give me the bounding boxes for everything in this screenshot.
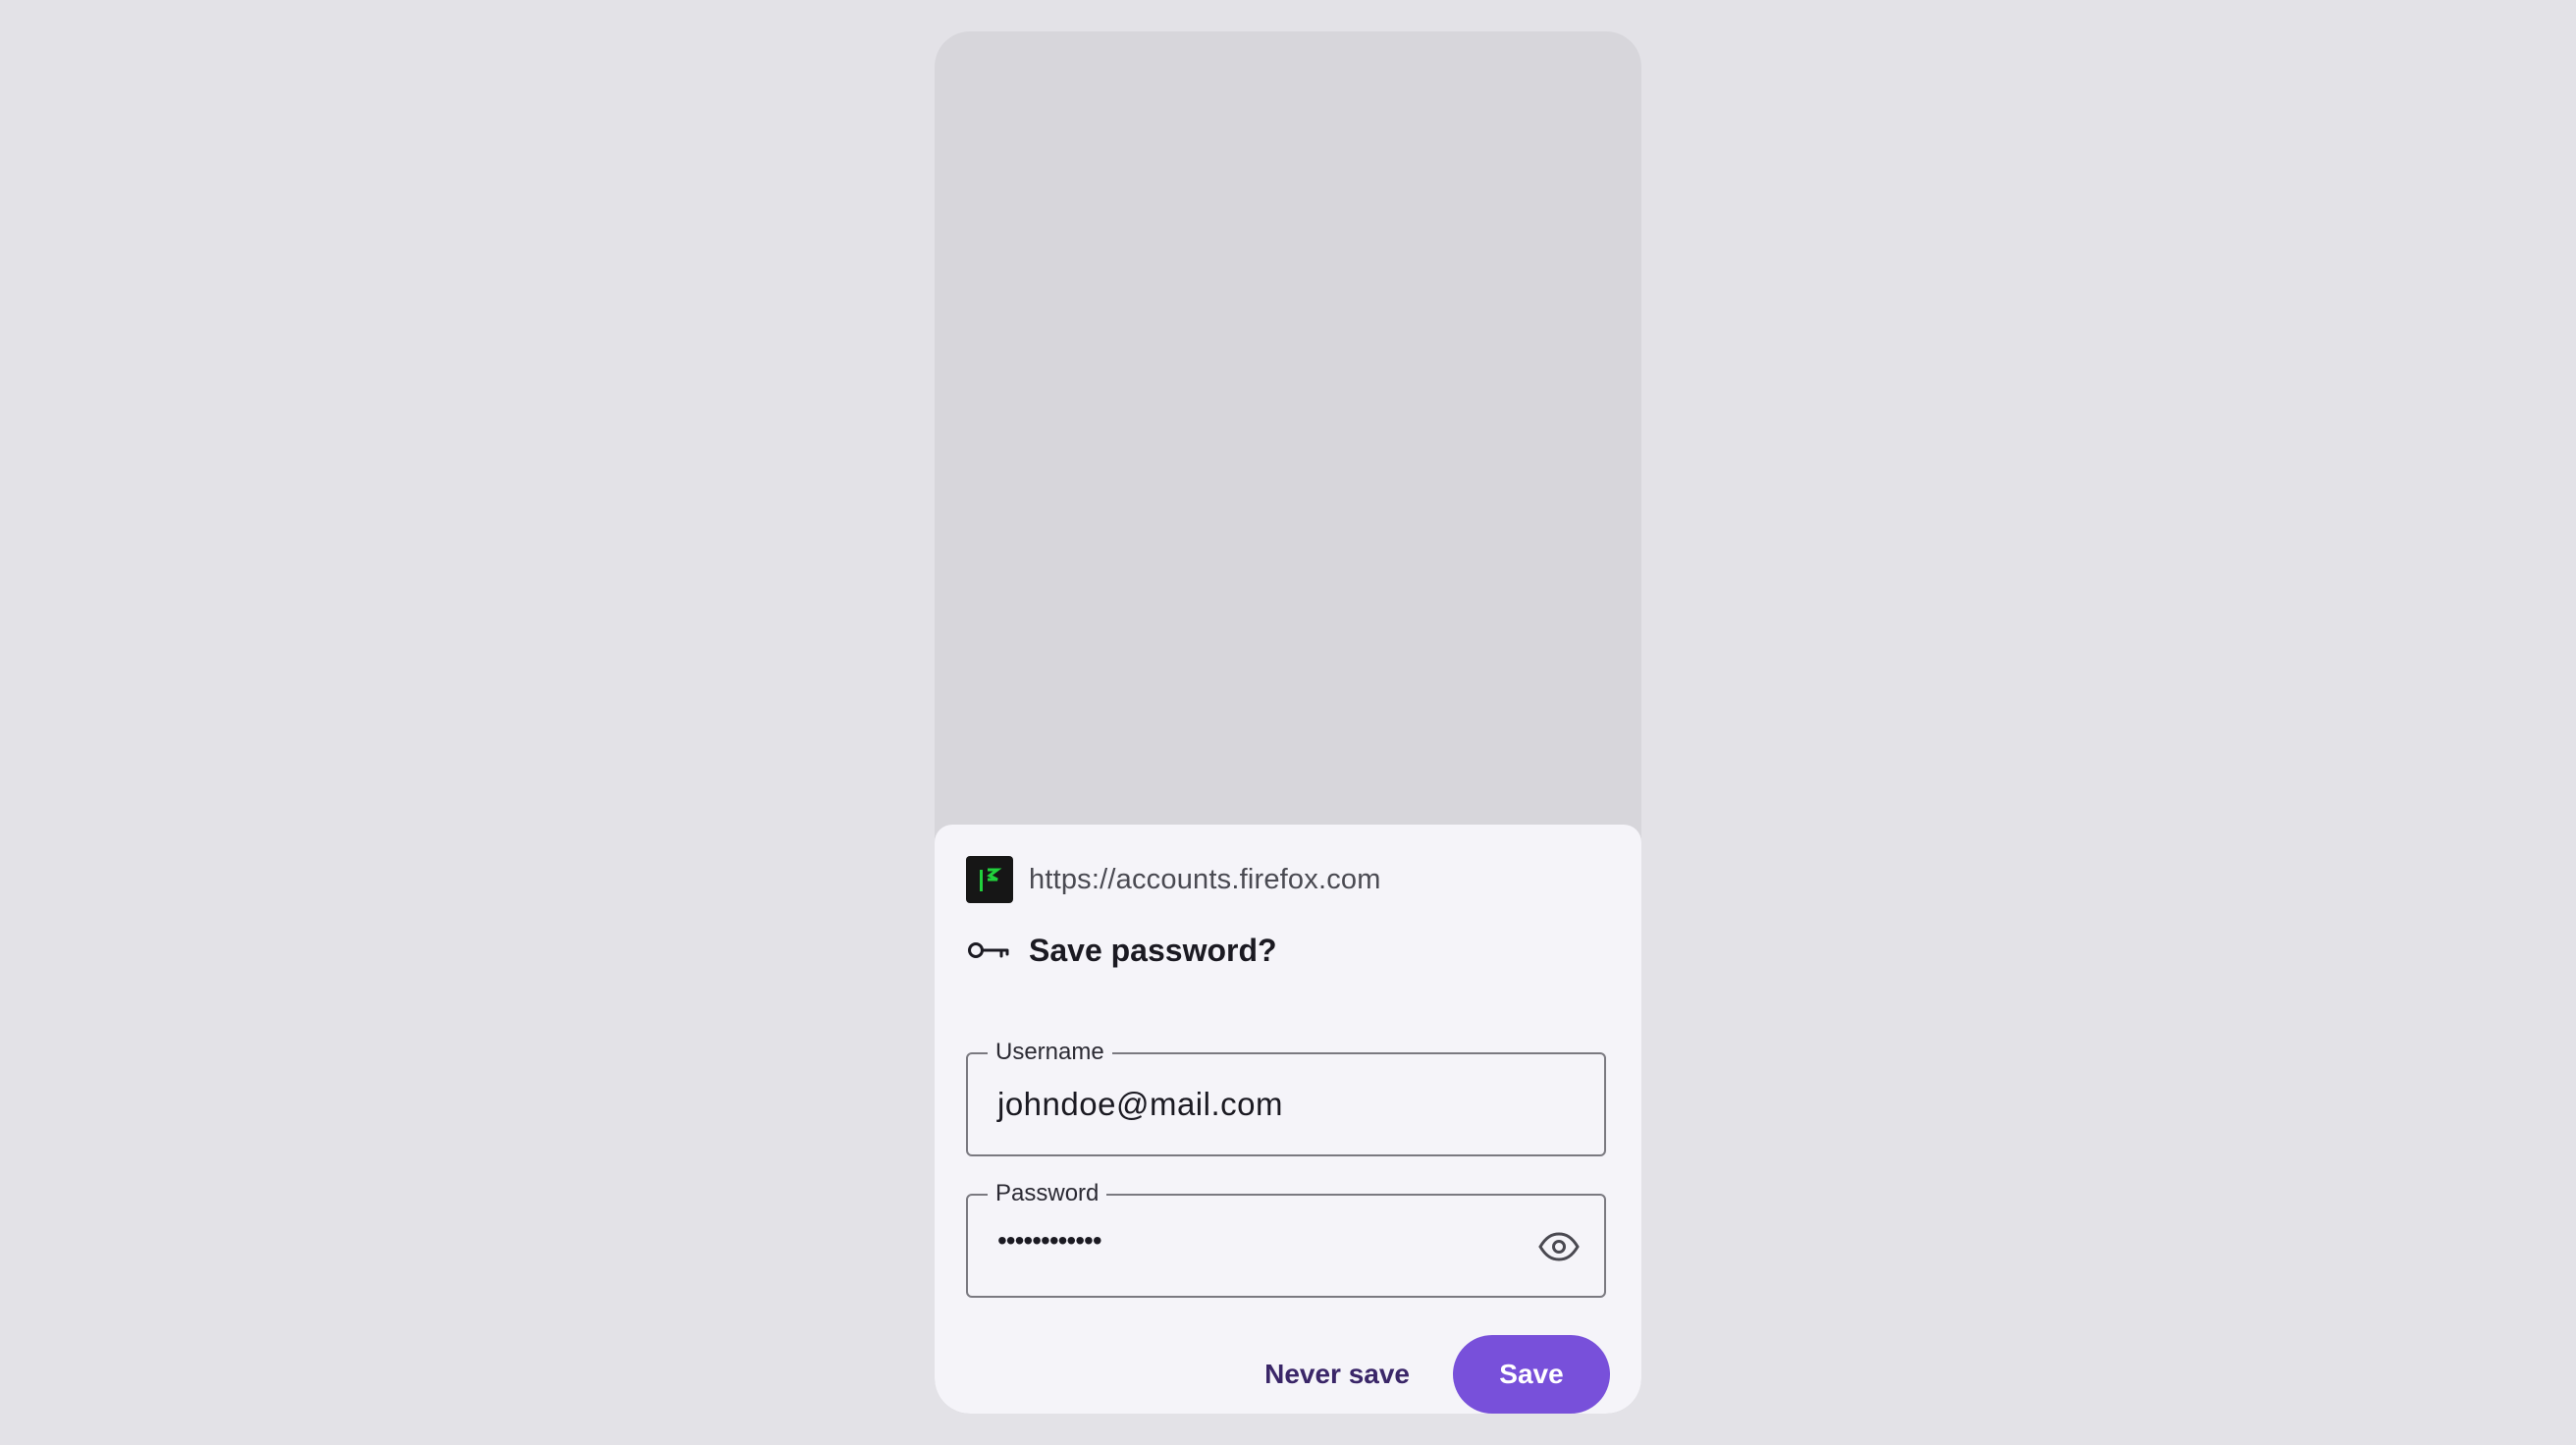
never-save-button[interactable]: Never save	[1245, 1335, 1429, 1414]
username-value[interactable]: johndoe@mail.com	[997, 1086, 1283, 1123]
password-label: Password	[988, 1180, 1107, 1207]
username-field[interactable]: Username johndoe@mail.com	[966, 1039, 1606, 1156]
site-row: https://accounts.firefox.com	[966, 856, 1381, 903]
username-label: Username	[988, 1039, 1112, 1066]
eye-icon[interactable]	[1535, 1223, 1583, 1270]
dialog-title: Save password?	[1029, 932, 1277, 968]
phone-screen: https://accounts.firefox.com Save passwo…	[935, 31, 1641, 1414]
key-icon	[966, 927, 1013, 974]
save-password-sheet: https://accounts.firefox.com Save passwo…	[935, 825, 1641, 1414]
dialog-title-row: Save password?	[966, 927, 1277, 974]
password-field[interactable]: Password ••••••••••••	[966, 1180, 1606, 1298]
site-favicon-icon	[966, 856, 1013, 903]
save-button[interactable]: Save	[1453, 1335, 1610, 1414]
password-value[interactable]: ••••••••••••	[997, 1225, 1102, 1257]
dialog-actions: Never save Save	[1245, 1335, 1610, 1414]
site-url: https://accounts.firefox.com	[1029, 863, 1381, 895]
